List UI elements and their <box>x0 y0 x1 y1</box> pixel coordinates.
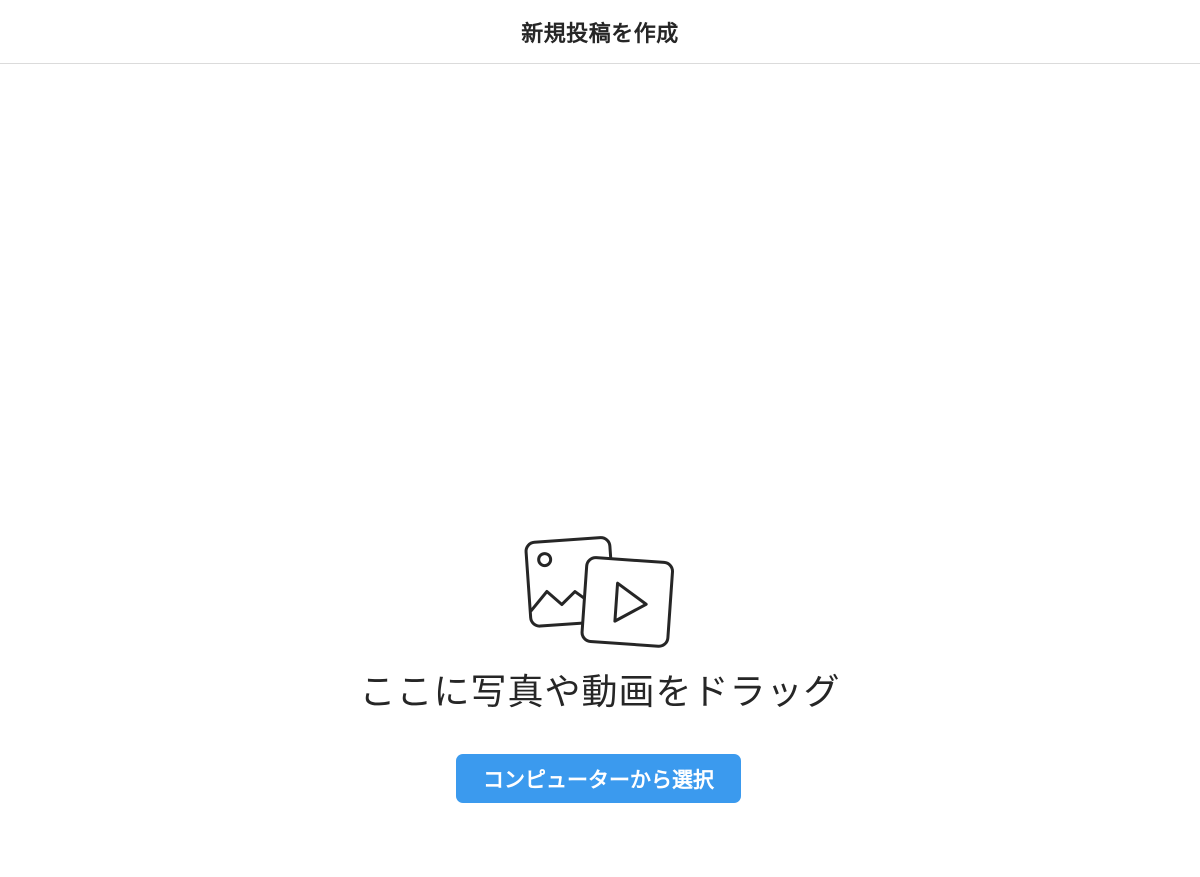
drag-prompt-text: ここに写真や動画をドラッグ <box>359 672 841 713</box>
upload-drop-zone[interactable]: ここに写真や動画をドラッグ コンピューターから選択 <box>0 64 1200 877</box>
photo-video-icon <box>524 536 675 648</box>
create-post-dialog: 新規投稿を作成 ここに写真や動画をドラッグ コンピューターから選択 <box>0 0 1200 877</box>
dialog-title: 新規投稿を作成 <box>521 21 679 47</box>
dialog-header: 新規投稿を作成 <box>0 0 1200 64</box>
video-card-icon <box>580 556 675 648</box>
select-from-computer-button[interactable]: コンピューターから選択 <box>456 754 741 803</box>
